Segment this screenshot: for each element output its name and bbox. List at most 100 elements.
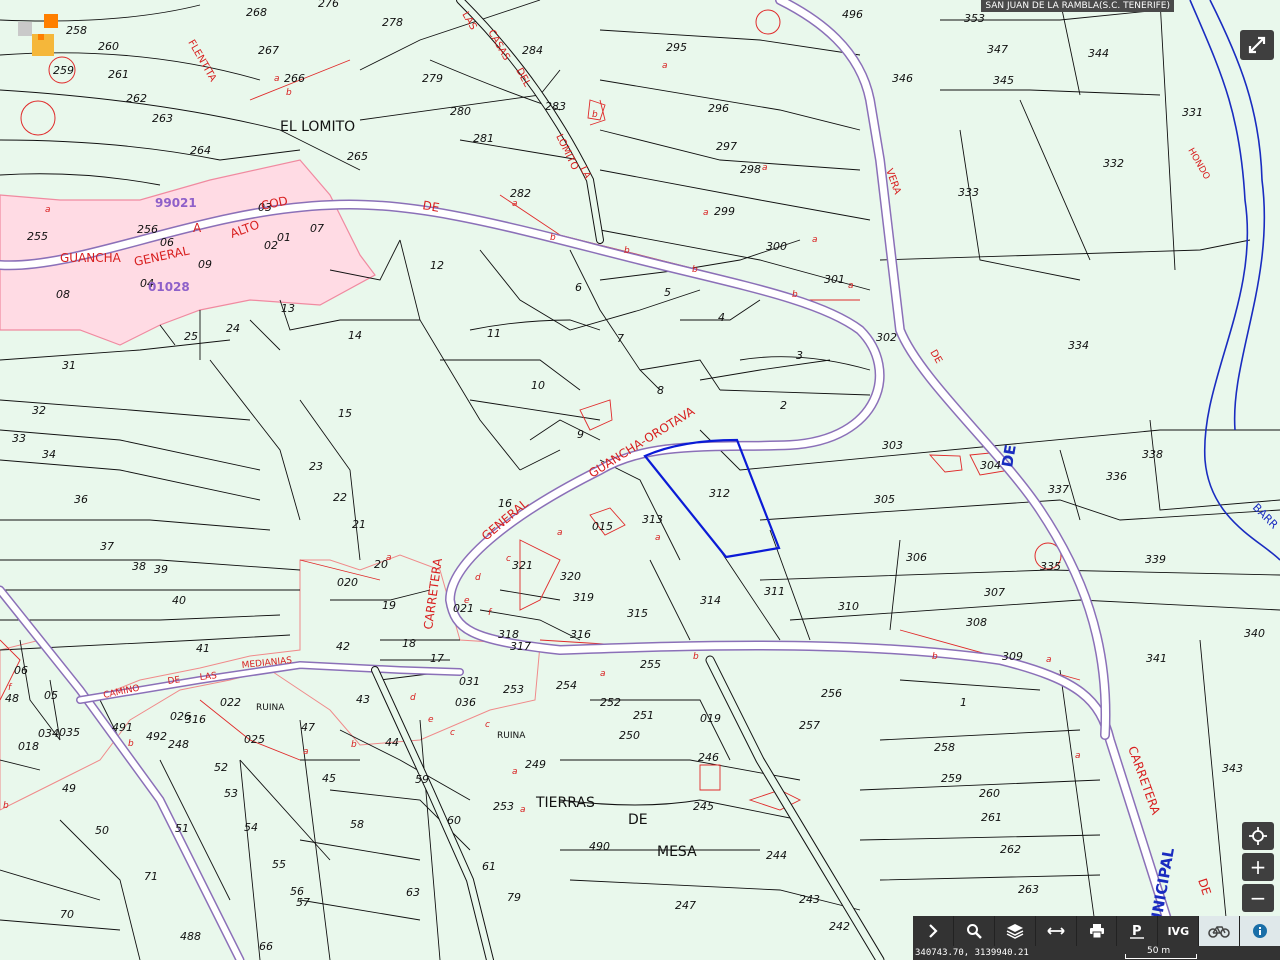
svg-text:488: 488 — [180, 930, 201, 943]
svg-text:034: 034 — [38, 727, 59, 740]
svg-text:33: 33 — [12, 432, 26, 445]
map-title: SAN JUAN DE LA RAMBLA(S.C. TENERIFE) — [981, 0, 1174, 12]
cadastral-map[interactable]: 258 259 260 261 262 263 264 265 266 267 … — [0, 0, 1280, 960]
svg-text:344: 344 — [1088, 47, 1109, 60]
svg-text:e: e — [428, 715, 434, 725]
svg-text:320: 320 — [560, 570, 581, 583]
svg-text:253: 253 — [493, 800, 514, 813]
svg-text:e: e — [464, 596, 470, 606]
info-icon[interactable] — [1240, 916, 1280, 946]
svg-text:264: 264 — [190, 144, 211, 157]
svg-text:025: 025 — [244, 733, 265, 746]
svg-text:490: 490 — [589, 840, 610, 853]
svg-text:263: 263 — [152, 112, 173, 125]
svg-text:a: a — [655, 533, 661, 543]
svg-text:295: 295 — [666, 41, 687, 54]
svg-text:a: a — [274, 74, 280, 84]
zoom-out-button[interactable]: − — [1242, 884, 1274, 912]
svg-text:340: 340 — [1244, 627, 1265, 640]
logo-icon — [18, 14, 58, 56]
chevron-right-icon[interactable] — [913, 916, 954, 946]
svg-text:242: 242 — [829, 920, 850, 933]
svg-text:53: 53 — [224, 787, 238, 800]
svg-text:307: 307 — [984, 586, 1005, 599]
svg-text:036: 036 — [455, 696, 476, 709]
svg-text:54: 54 — [244, 821, 258, 834]
svg-text:1: 1 — [960, 696, 967, 709]
svg-text:43: 43 — [356, 693, 370, 706]
parcel-icon[interactable]: P — [1117, 916, 1159, 946]
coordinates-readout: 340743.70, 3139940.21 — [915, 948, 1029, 958]
svg-text:316: 316 — [185, 713, 206, 726]
svg-text:3: 3 — [796, 349, 803, 362]
svg-text:020: 020 — [337, 576, 358, 589]
svg-text:258: 258 — [934, 741, 955, 754]
svg-text:258: 258 — [66, 24, 87, 37]
svg-text:a: a — [812, 235, 818, 245]
svg-text:b: b — [351, 740, 357, 750]
svg-text:347: 347 — [987, 43, 1008, 56]
svg-text:42: 42 — [336, 640, 350, 653]
svg-text:259: 259 — [53, 64, 74, 77]
svg-text:334: 334 — [1068, 339, 1089, 352]
svg-text:99021: 99021 — [155, 196, 197, 210]
svg-text:300: 300 — [766, 240, 787, 253]
svg-text:18: 18 — [402, 637, 416, 650]
svg-text:b: b — [932, 652, 938, 662]
svg-text:314: 314 — [700, 594, 721, 607]
svg-text:244: 244 — [766, 849, 787, 862]
svg-text:a: a — [303, 747, 309, 757]
zoom-in-button[interactable]: + — [1242, 853, 1274, 881]
scale-label: 50 m — [1147, 946, 1171, 956]
svg-text:283: 283 — [545, 100, 566, 113]
svg-text:299: 299 — [714, 205, 735, 218]
svg-text:b: b — [693, 652, 699, 662]
svg-text:TIERRAS: TIERRAS — [535, 795, 595, 811]
print-icon[interactable] — [1077, 916, 1118, 946]
svg-text:01: 01 — [277, 231, 291, 244]
svg-text:015: 015 — [592, 520, 613, 533]
svg-text:298: 298 — [740, 163, 761, 176]
svg-text:32: 32 — [32, 404, 46, 417]
svg-text:312: 312 — [709, 487, 730, 500]
svg-text:A: A — [193, 221, 202, 235]
svg-text:263: 263 — [1018, 883, 1039, 896]
svg-text:a: a — [45, 205, 51, 215]
measure-icon[interactable] — [1036, 916, 1077, 946]
svg-text:491: 491 — [112, 721, 133, 734]
svg-text:262: 262 — [1000, 843, 1021, 856]
svg-text:RUINA: RUINA — [497, 731, 526, 741]
bicycle-icon[interactable] — [1199, 916, 1241, 946]
svg-text:EL LOMITO: EL LOMITO — [280, 119, 355, 135]
locate-button[interactable] — [1242, 822, 1274, 850]
svg-text:37: 37 — [100, 540, 114, 553]
svg-text:a: a — [848, 281, 854, 291]
svg-text:b: b — [3, 801, 9, 811]
wms-button[interactable]: IVG — [1158, 916, 1200, 946]
scale-bar: 50 m — [1125, 946, 1205, 960]
svg-text:21: 21 — [352, 518, 366, 531]
svg-text:280: 280 — [450, 105, 471, 118]
svg-text:310: 310 — [838, 600, 859, 613]
svg-text:278: 278 — [382, 16, 403, 29]
svg-text:b: b — [592, 110, 598, 120]
svg-text:DE: DE — [421, 198, 440, 215]
svg-text:336: 336 — [1106, 470, 1127, 483]
svg-text:24: 24 — [226, 322, 240, 335]
svg-text:332: 332 — [1103, 157, 1124, 170]
svg-text:8: 8 — [657, 384, 664, 397]
svg-text:36: 36 — [74, 493, 88, 506]
fullscreen-button[interactable] — [1240, 30, 1274, 60]
svg-text:316: 316 — [570, 628, 591, 641]
svg-text:39: 39 — [154, 563, 168, 576]
svg-text:RUINA: RUINA — [256, 703, 285, 713]
svg-text:44: 44 — [385, 736, 399, 749]
svg-text:333: 333 — [958, 186, 979, 199]
svg-text:49: 49 — [62, 782, 76, 795]
svg-text:11: 11 — [487, 327, 501, 340]
svg-text:b: b — [286, 88, 292, 98]
svg-text:311: 311 — [764, 585, 785, 598]
search-icon[interactable] — [954, 916, 995, 946]
svg-text:d: d — [475, 573, 481, 583]
layers-icon[interactable] — [995, 916, 1036, 946]
